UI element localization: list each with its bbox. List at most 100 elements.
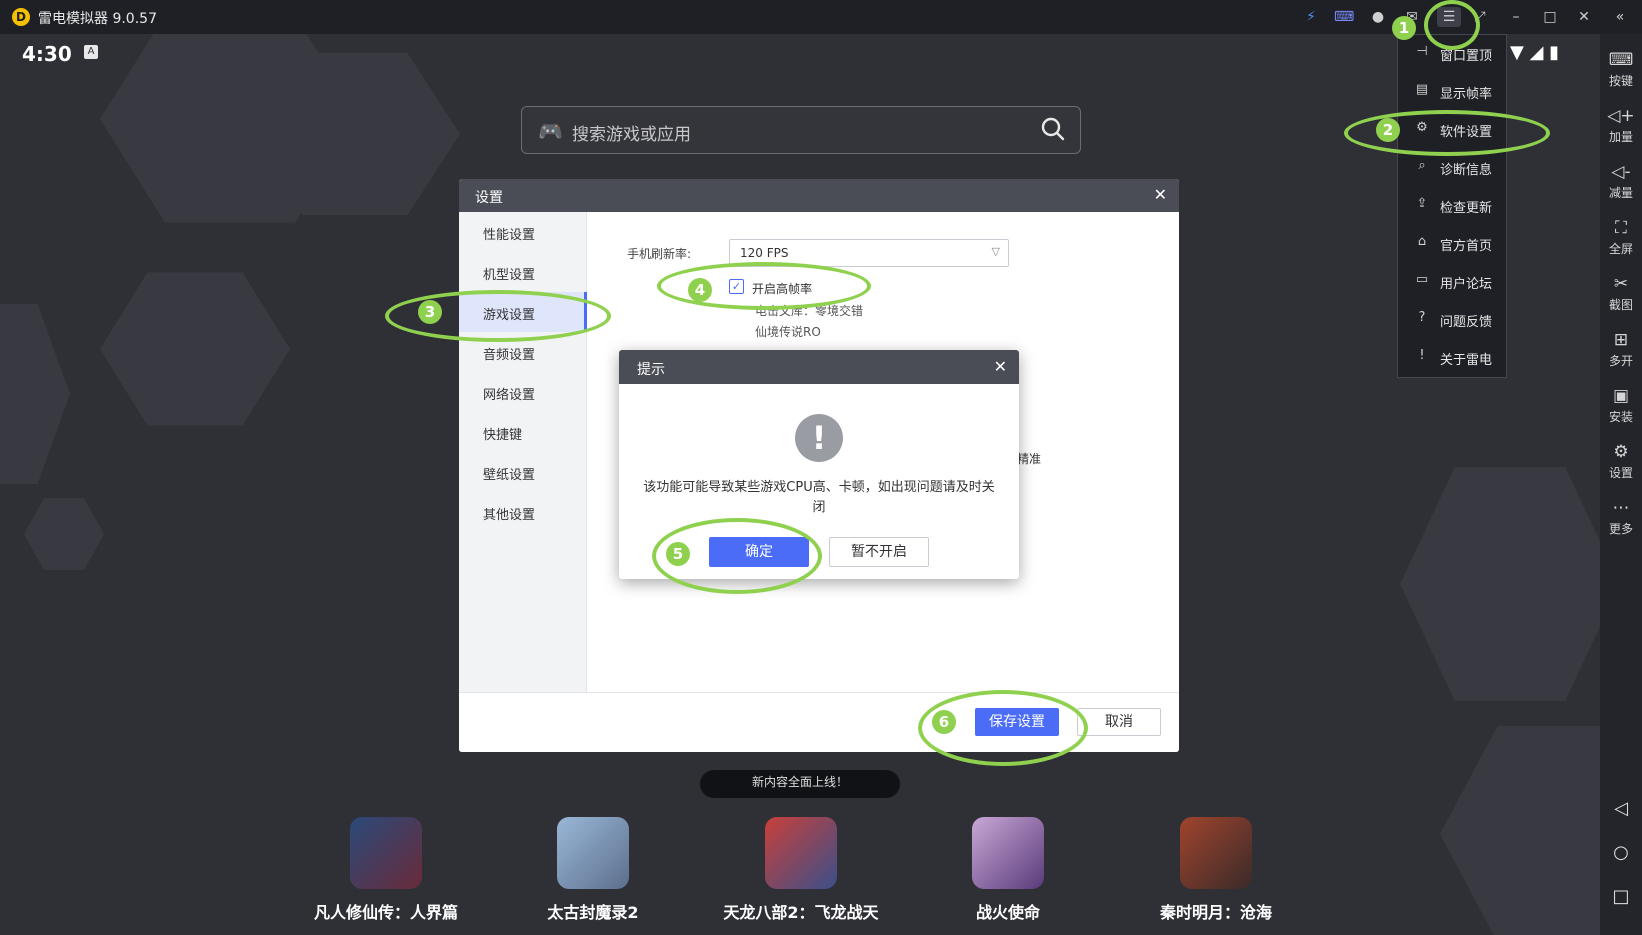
menu-icon[interactable]: ☰ [1437,7,1461,27]
menu-item-feedback[interactable]: ? 问题反馈 [1398,301,1506,337]
menu-item-show-fps[interactable]: ▤ 显示帧率 [1398,73,1506,109]
dock-app-2[interactable]: 太古封魔录2 [503,817,683,923]
app-logo: D [12,8,30,26]
nav-label: 性能设置 [483,228,536,243]
home-circle-icon[interactable]: ○ [1608,842,1634,863]
settings-footer: 保存设置 取消 [459,692,1179,752]
sidebar-item-multi-open[interactable]: ⊞ 多开 [1600,330,1642,369]
menu-item-about[interactable]: ! 关于雷电 [1398,339,1506,375]
settings-title: 设置 [475,190,503,206]
status-clock: 4:30 [22,42,72,66]
game-list-item: 仙境传说RO [755,325,821,339]
minimize-icon[interactable]: – [1506,7,1526,27]
dock-app-5[interactable]: 秦时明月：沧海 [1126,817,1306,923]
fps-icon: ▤ [1415,82,1429,97]
menu-item-label: 问题反馈 [1440,315,1493,330]
menu-item-homepage[interactable]: ⌂ 官方首页 [1398,225,1506,261]
dock-app-4[interactable]: 战火使命 [918,817,1098,923]
wifi-icon: ▼ [1510,42,1524,63]
nav-item-performance[interactable]: 性能设置 [459,212,587,252]
sidebar-item-label: 按键 [1608,74,1633,88]
menu-item-label: 显示帧率 [1440,87,1493,102]
refresh-rate-select[interactable]: 120 FPS ▽ [729,239,1009,267]
back-icon[interactable]: ◁ [1608,798,1634,819]
mail-icon[interactable]: ✉ [1402,7,1422,27]
nav-item-audio[interactable]: 音频设置 [459,332,587,372]
save-settings-button[interactable]: 保存设置 [975,708,1059,736]
nav-label: 网络设置 [483,388,536,403]
nav-item-other[interactable]: 其他设置 [459,492,587,532]
settings-nav: 性能设置 机型设置 游戏设置 音频设置 网络设置 快捷键 壁纸设置 其他设置 [459,212,587,692]
gear-icon: ⚙ [1416,120,1428,135]
precise-text: 精准 [1017,452,1042,466]
sidebar-item-label: 安装 [1608,410,1633,424]
sidebar-item-label: 全屏 [1608,242,1633,256]
maximize-icon[interactable]: □ [1540,7,1560,27]
nav-item-network[interactable]: 网络设置 [459,372,587,412]
close-icon[interactable]: ✕ [994,357,1007,376]
chevron-down-icon: ▽ [991,245,1000,258]
nav-item-shortcuts[interactable]: 快捷键 [459,412,587,452]
not-now-button[interactable]: 暂不开启 [829,537,929,567]
app-icon [557,817,629,889]
close-icon[interactable]: ✕ [1574,7,1594,27]
expand-icon[interactable]: ⤢ [1470,7,1490,27]
search-bar[interactable]: 🎮 搜索游戏或应用 [521,106,1081,154]
menu-item-label: 检查更新 [1440,201,1493,216]
chat-icon: ▭ [1415,272,1429,287]
nav-label: 音频设置 [483,348,536,363]
menu-item-forum[interactable]: ▭ 用户论坛 [1398,263,1506,299]
more-icon: ⋯ [1612,498,1630,518]
settings-header: 设置 ✕ [459,179,1179,212]
high-fps-checkbox[interactable]: ✓ [729,279,744,294]
background-hexagon [0,304,70,484]
dock-app-1[interactable]: 凡人修仙传：人界篇 [296,817,476,923]
sidebar-item-volume-down[interactable]: ◁- 减量 [1600,162,1642,201]
upload-icon: ⇪ [1416,196,1428,211]
recents-icon[interactable]: □ [1608,886,1634,907]
sidebar-item-screenshot[interactable]: ✂ 截图 [1600,274,1642,313]
menu-item-check-update[interactable]: ⇪ 检查更新 [1398,187,1506,223]
dock-app-3[interactable]: 天龙八部2：飞龙战天 [711,817,891,923]
bolt-icon[interactable]: ⚡ [1301,7,1321,27]
app-label: 凡人修仙传：人界篇 [313,903,458,922]
prompt-title: 提示 [637,362,665,378]
nav-item-model[interactable]: 机型设置 [459,252,587,292]
nav-label: 壁纸设置 [483,468,536,483]
background-hexagon [1400,467,1600,701]
multi-open-icon: ⊞ [1613,330,1629,350]
menu-item-pin-window[interactable]: ⊣ 窗口置顶 [1398,35,1506,71]
gamepad-icon: 🎮 [538,119,563,143]
game-list-item: 电击文库：零境交错 [755,304,864,318]
app-icon [972,817,1044,889]
collapse-sidebar-icon[interactable]: « [1610,7,1630,27]
nav-item-game[interactable]: 游戏设置 [459,292,587,332]
gamepad-icon[interactable]: ⌨ [1334,7,1354,27]
dock-tooltip: 新内容全面上线！ [700,770,900,798]
sidebar-item-keymap[interactable]: ⌨ 按键 [1600,50,1642,89]
search-icon[interactable] [1040,116,1066,142]
sidebar-item-label: 减量 [1608,186,1633,200]
sidebar-item-fullscreen[interactable]: ⛶ 全屏 [1600,218,1642,257]
sidebar-item-install[interactable]: ▣ 安装 [1600,386,1642,425]
sidebar-item-settings[interactable]: ⚙ 设置 [1600,442,1642,481]
pin-icon: ⊣ [1416,44,1428,59]
search-icon: ⌕ [1418,158,1426,173]
search-input[interactable]: 搜索游戏或应用 [572,120,691,145]
close-icon[interactable]: ✕ [1154,185,1167,204]
high-fps-label[interactable]: 开启高帧率 [752,280,812,297]
cancel-button[interactable]: 取消 [1077,708,1161,736]
sidebar-item-label: 加量 [1608,130,1633,144]
menu-item-diagnostics[interactable]: ⌕ 诊断信息 [1398,149,1506,185]
gear-icon: ⚙ [1613,442,1629,462]
nav-item-wallpaper[interactable]: 壁纸设置 [459,452,587,492]
battery-icon: ▮ [1549,42,1560,63]
sidebar-item-more[interactable]: ⋯ 更多 [1600,498,1642,537]
sidebar-item-volume-up[interactable]: ◁+ 加量 [1600,106,1642,145]
user-icon[interactable]: ● [1368,7,1388,27]
confirm-button[interactable]: 确定 [709,537,809,567]
menu-item-software-settings[interactable]: ⚙ 软件设置 [1398,111,1506,147]
background-hexagon [24,498,104,570]
warning-icon: ! [795,414,843,462]
app-label: 天龙八部2：飞龙战天 [723,903,879,922]
